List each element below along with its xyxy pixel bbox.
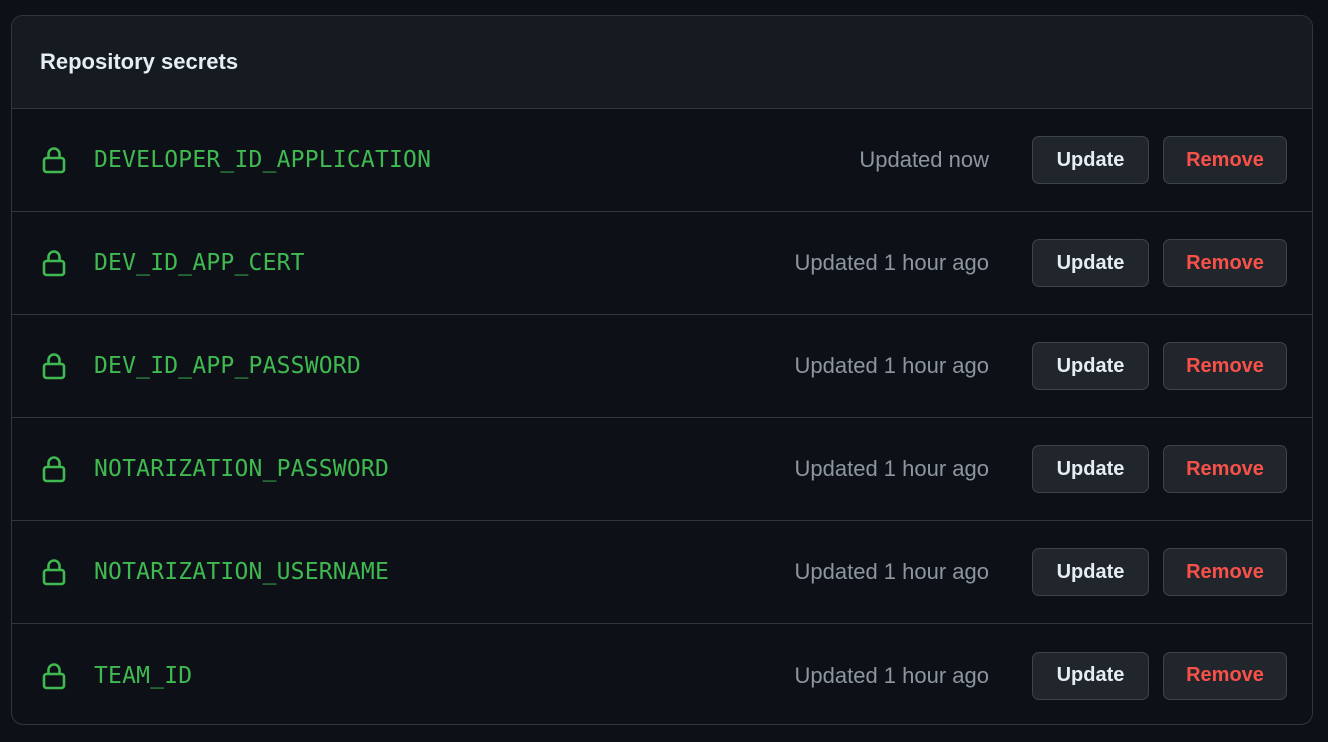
remove-button[interactable]: Remove: [1163, 342, 1287, 390]
secret-row: NOTARIZATION_PASSWORD Updated 1 hour ago…: [12, 418, 1312, 521]
updated-timestamp: Updated now: [859, 147, 989, 172]
secret-row: DEV_ID_APP_CERT Updated 1 hour ago Updat…: [12, 212, 1312, 315]
lock-icon: [42, 456, 66, 483]
remove-button[interactable]: Remove: [1163, 651, 1287, 700]
repository-secrets-panel: Repository secrets DEVELOPER_ID_APPLICAT…: [11, 15, 1313, 725]
secret-name: DEV_ID_APP_CERT: [94, 250, 305, 276]
lock-icon: [42, 147, 66, 174]
panel-header: Repository secrets: [12, 16, 1312, 109]
secret-name: TEAM_ID: [94, 662, 193, 689]
update-button[interactable]: Update: [1032, 342, 1149, 390]
secret-name: DEV_ID_APP_PASSWORD: [94, 353, 361, 379]
update-button[interactable]: Update: [1032, 239, 1149, 287]
secret-row: DEVELOPER_ID_APPLICATION Updated now Upd…: [12, 109, 1312, 212]
updated-timestamp: Updated 1 hour ago: [794, 559, 990, 584]
remove-button[interactable]: Remove: [1163, 445, 1287, 493]
secret-row: DEV_ID_APP_PASSWORD Updated 1 hour ago U…: [12, 315, 1312, 418]
updated-timestamp: Updated 1 hour ago: [794, 353, 990, 378]
updated-timestamp: Updated 1 hour ago: [794, 456, 990, 481]
update-button[interactable]: Update: [1032, 651, 1149, 700]
lock-icon: [42, 250, 66, 277]
update-button[interactable]: Update: [1032, 548, 1149, 596]
remove-button[interactable]: Remove: [1163, 239, 1287, 287]
update-button[interactable]: Update: [1032, 136, 1149, 184]
secret-name: NOTARIZATION_PASSWORD: [94, 456, 389, 482]
lock-icon: [42, 662, 66, 689]
updated-timestamp: Updated 1 hour ago: [794, 250, 990, 275]
lock-icon: [42, 559, 66, 586]
updated-timestamp: Updated 1 hour ago: [794, 662, 990, 688]
remove-button[interactable]: Remove: [1163, 136, 1287, 184]
secret-name: NOTARIZATION_USERNAME: [94, 559, 389, 585]
update-button[interactable]: Update: [1032, 445, 1149, 493]
panel-title: Repository secrets: [40, 49, 239, 74]
secret-row: NOTARIZATION_USERNAME Updated 1 hour ago…: [12, 521, 1312, 624]
lock-icon: [42, 353, 66, 380]
secret-name: DEVELOPER_ID_APPLICATION: [94, 147, 432, 173]
remove-button[interactable]: Remove: [1163, 548, 1287, 596]
secret-row: TEAM_ID Updated 1 hour ago Update Remove: [12, 624, 1312, 724]
